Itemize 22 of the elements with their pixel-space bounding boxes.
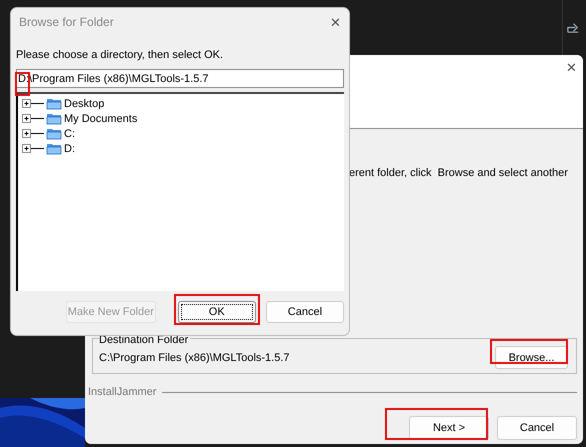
tree-item[interactable]: My Documents bbox=[64, 112, 138, 124]
dialog-button[interactable]: Cancel bbox=[266, 301, 344, 323]
folder-icon bbox=[46, 112, 62, 125]
expander-icon[interactable] bbox=[22, 113, 44, 124]
close-button[interactable]: ✕ bbox=[330, 14, 341, 30]
instruction-text: erent folder, click Browse and select another bbox=[349, 167, 568, 179]
dialog-button[interactable]: OK bbox=[178, 301, 256, 323]
tree-item[interactable]: C: bbox=[64, 128, 75, 140]
expander-icon[interactable] bbox=[22, 128, 44, 139]
brand-label: InstallJammer bbox=[88, 386, 156, 398]
destination-path: C:\Program Files (x86)\MGLTools-1.5.7 bbox=[99, 352, 290, 364]
dialog-title: Browse for Folder bbox=[19, 15, 114, 29]
prompt-text: Please choose a directory, then select OK. bbox=[16, 49, 224, 61]
expander-icon[interactable] bbox=[22, 98, 44, 109]
wizard-button[interactable]: Cancel bbox=[497, 416, 577, 440]
tree-item[interactable]: Desktop bbox=[64, 98, 104, 110]
folder-icon bbox=[46, 127, 62, 140]
expander-icon[interactable] bbox=[22, 143, 44, 154]
folder-icon bbox=[46, 142, 62, 155]
folder-icon bbox=[46, 97, 62, 110]
tree-item[interactable]: D: bbox=[64, 142, 75, 154]
close-button[interactable]: ✕ bbox=[566, 60, 577, 75]
